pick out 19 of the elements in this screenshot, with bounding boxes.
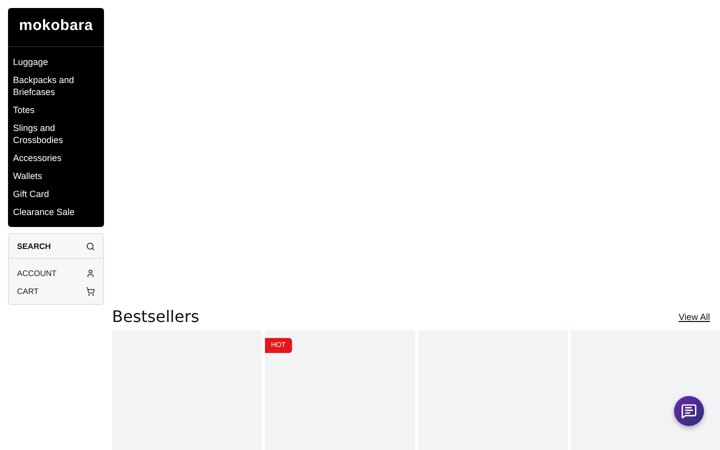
product-card[interactable]: [571, 330, 720, 450]
search-icon: [86, 242, 95, 250]
search-button[interactable]: SEARCH: [9, 234, 103, 259]
view-all-link[interactable]: View All: [678, 312, 710, 322]
cart-link[interactable]: CART: [9, 282, 103, 300]
menu-item[interactable]: Wallets: [8, 167, 104, 185]
chat-icon: [681, 403, 697, 419]
menu-item[interactable]: Clearance Sale: [8, 203, 104, 221]
user-icon: [86, 268, 95, 278]
menu-item[interactable]: Backpacks and Briefcases: [8, 71, 104, 101]
menu-item[interactable]: Accessories: [8, 149, 104, 167]
account-link[interactable]: ACCOUNT: [9, 264, 103, 282]
section-title: Bestsellers: [112, 307, 200, 326]
menu-item[interactable]: Gift Card: [8, 185, 104, 203]
logo[interactable]: mokobara: [8, 16, 104, 47]
menu-item[interactable]: Luggage: [8, 53, 104, 71]
cart-icon: [86, 286, 95, 296]
menu-item[interactable]: Totes: [8, 101, 104, 119]
menu-item[interactable]: Slings and Crossbodies: [8, 119, 104, 149]
